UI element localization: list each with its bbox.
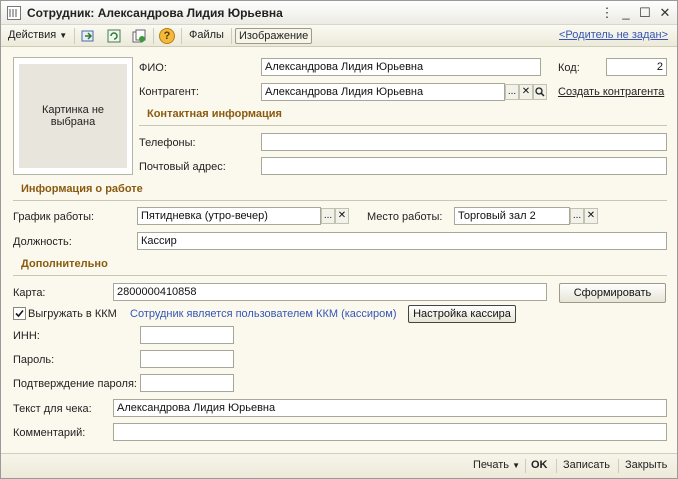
toolbar: Действия ▼ ? Файлы Изображение <Родитель… <box>1 25 677 47</box>
workplace-label: Место работы: <box>367 211 443 223</box>
inn-input[interactable] <box>140 326 234 344</box>
workplace-select-button[interactable]: ... <box>570 208 584 224</box>
fio-label: ФИО: <box>139 62 167 74</box>
counterparty-input[interactable]: Александрова Лидия Юрьевна <box>261 83 505 101</box>
work-section-title: Информация о работе <box>21 183 143 195</box>
catalog-icon <box>7 6 21 20</box>
schedule-input[interactable]: Пятидневка (утро-вечер) <box>137 207 321 225</box>
phones-label: Телефоны: <box>139 137 196 149</box>
counterparty-clear-button[interactable]: ✕ <box>519 84 533 100</box>
print-label: Печать <box>473 459 510 471</box>
extra-section-title: Дополнительно <box>21 258 108 270</box>
contact-section-title: Контактная информация <box>147 108 282 120</box>
parent-link[interactable]: <Родитель не задан> <box>556 28 671 44</box>
employee-window: Сотрудник: Александрова Лидия Юрьевна ⋮ … <box>0 0 678 479</box>
search-icon[interactable] <box>533 84 547 100</box>
save-button[interactable]: Записать <box>563 459 610 471</box>
postal-address-label: Почтовый адрес: <box>139 161 226 173</box>
comment-label: Комментарий: <box>13 427 86 439</box>
menu-dots-icon[interactable]: ⋮ <box>599 5 615 21</box>
card-input[interactable]: 2800000410858 <box>113 283 547 301</box>
footer-bar: Печать ▼ OK Записать Закрыть <box>1 453 677 478</box>
card-label: Карта: <box>13 287 46 299</box>
workplace-input[interactable]: Торговый зал 2 <box>454 207 570 225</box>
toolbar-separator <box>74 28 75 44</box>
position-label: Должность: <box>13 236 72 248</box>
fio-input[interactable]: Александрова Лидия Юрьевна <box>261 58 541 76</box>
cashier-settings-button[interactable]: Настройка кассира <box>408 305 516 323</box>
receipt-text-input[interactable]: Александрова Лидия Юрьевна <box>113 399 667 417</box>
copy-document-icon[interactable] <box>131 28 147 44</box>
print-menu-button[interactable]: Печать ▼ <box>473 459 520 471</box>
footer-separator <box>525 459 526 473</box>
code-input[interactable]: 2 <box>606 58 667 76</box>
contact-divider <box>139 125 667 126</box>
toolbar-separator <box>181 28 182 44</box>
close-window-button[interactable]: ✕ <box>657 5 673 21</box>
export-kkm-checkbox[interactable] <box>13 307 26 320</box>
password-input[interactable] <box>140 350 234 368</box>
password-confirm-label: Подтверждение пароля: <box>13 378 137 390</box>
schedule-label: График работы: <box>13 211 95 223</box>
counterparty-label: Контрагент: <box>139 86 199 98</box>
dropdown-arrow-icon: ▼ <box>512 461 521 470</box>
actions-menu-button[interactable]: Действия ▼ <box>5 28 70 44</box>
toolbar-separator <box>153 28 154 44</box>
footer-separator <box>618 459 619 473</box>
ok-button[interactable]: OK <box>531 459 548 471</box>
checkmark-icon <box>15 309 24 318</box>
workplace-clear-button[interactable]: ✕ <box>584 208 598 224</box>
work-divider <box>13 200 667 201</box>
password-confirm-input[interactable] <box>140 374 234 392</box>
help-button[interactable]: ? <box>159 28 175 44</box>
window-title: Сотрудник: Александрова Лидия Юрьевна <box>27 6 283 20</box>
inn-label: ИНН: <box>13 330 40 342</box>
postal-address-input[interactable] <box>261 157 667 175</box>
actions-label: Действия <box>8 29 57 41</box>
create-counterparty-link[interactable]: Создать контрагента <box>558 86 664 98</box>
schedule-clear-button[interactable]: ✕ <box>335 208 349 224</box>
save-to-list-icon[interactable] <box>80 28 96 44</box>
dropdown-arrow-icon: ▼ <box>59 31 68 40</box>
comment-input[interactable] <box>113 423 667 441</box>
footer-separator <box>556 459 557 473</box>
close-button[interactable]: Закрыть <box>625 459 667 471</box>
cashier-user-link[interactable]: Сотрудник является пользователем ККМ (ка… <box>130 308 397 320</box>
files-button[interactable]: Файлы <box>186 28 227 44</box>
image-button[interactable]: Изображение <box>235 28 313 44</box>
position-input[interactable]: Кассир <box>137 232 667 250</box>
photo-placeholder-text: Картинка не выбрана <box>19 64 127 168</box>
maximize-button[interactable]: ☐ <box>637 5 653 21</box>
refresh-icon[interactable] <box>106 28 122 44</box>
schedule-select-button[interactable]: ... <box>321 208 335 224</box>
photo-frame[interactable]: Картинка не выбрана <box>13 57 133 175</box>
export-kkm-label[interactable]: Выгружать в ККМ <box>28 308 117 320</box>
minimize-button[interactable]: _ <box>618 5 634 21</box>
title-bar: Сотрудник: Александрова Лидия Юрьевна ⋮ … <box>1 1 677 25</box>
phones-input[interactable] <box>261 133 667 151</box>
receipt-text-label: Текст для чека: <box>13 403 92 415</box>
extra-divider <box>13 275 667 276</box>
counterparty-select-button[interactable]: ... <box>505 84 519 100</box>
toolbar-separator <box>231 28 232 44</box>
generate-card-button[interactable]: Сформировать <box>559 283 666 303</box>
password-label: Пароль: <box>13 354 55 366</box>
code-label: Код: <box>558 62 580 74</box>
